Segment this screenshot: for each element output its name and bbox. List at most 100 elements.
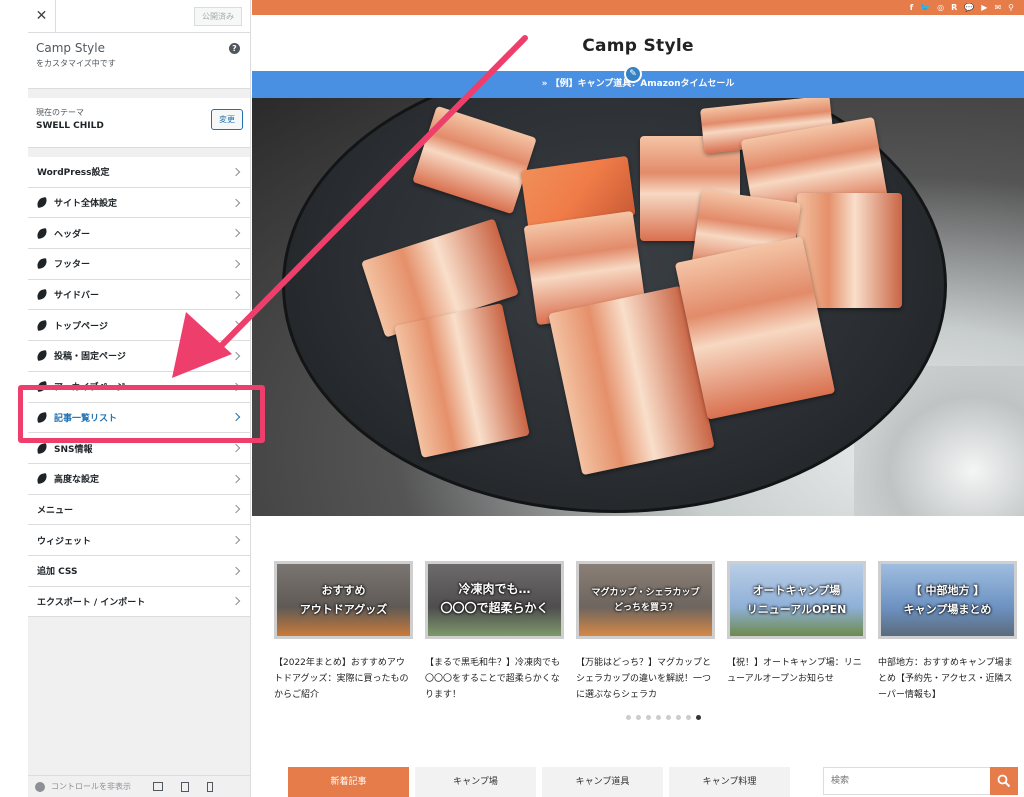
youtube-icon[interactable]: ✉ [994, 0, 1001, 15]
customizer-menu-item[interactable]: サイト全体設定 [28, 187, 250, 219]
chevron-right-icon [231, 259, 241, 269]
search-box [823, 767, 1018, 795]
customizer-menu-item[interactable]: ヘッダー [28, 218, 250, 250]
slider-dot[interactable] [666, 715, 671, 720]
hero-image [252, 98, 1024, 516]
theme-section: 現在のテーマ SWELL CHILD 変更 [28, 98, 250, 148]
chevron-right-icon [231, 167, 241, 177]
slider-dot[interactable] [676, 715, 681, 720]
customizer-menu-item[interactable]: エクスポート / インポート [28, 586, 250, 618]
search-icon [997, 774, 1011, 788]
swell-leaf-icon [36, 197, 48, 208]
customizer-menu-label: 追加 CSS [37, 567, 78, 578]
customizer-menu-label: エクスポート / インポート [37, 597, 146, 608]
post-card[interactable]: おすすめ アウトドアグッズ【2022年まとめ】おすすめアウトドアグッズ：実際に買… [274, 561, 413, 703]
search-button[interactable] [990, 767, 1018, 795]
site-info: Camp Style をカスタマイズ中です ? [28, 33, 250, 89]
customizer-menu-item[interactable]: 投稿・固定ページ [28, 341, 250, 372]
customizer-menu-item[interactable]: 追加 CSS [28, 555, 250, 587]
hide-controls-label[interactable]: コントロールを非表示 [51, 781, 131, 792]
customizer-menu-label: フッター [54, 260, 91, 271]
thumbnail-text: オートキャンプ場 リニューアルOPEN [746, 584, 847, 616]
customizer-menu-label: WordPress設定 [37, 168, 110, 179]
chevron-right-icon [231, 443, 241, 453]
social-bar: f 🐦 ◎ R 💬 ▶ ✉ ⚲ [252, 0, 1024, 15]
customizer-menu-label: 投稿・固定ページ [54, 352, 126, 363]
post-title[interactable]: 中部地方：おすすめキャンプ場まとめ【予約先・アクセス・近隣スーパー情報も】 [878, 655, 1017, 703]
post-title[interactable]: 【2022年まとめ】おすすめアウトドアグッズ：実際に買ったものからご紹介 [274, 655, 413, 703]
mobile-preview-icon[interactable] [207, 781, 213, 792]
post-card[interactable]: 冷凍肉でも… 〇〇〇で超柔らかく【まるで黒毛和牛？】冷凍肉でも〇〇〇をすることで… [425, 561, 564, 703]
post-thumbnail[interactable]: 冷凍肉でも… 〇〇〇で超柔らかく [425, 561, 564, 639]
swell-leaf-icon [36, 289, 48, 301]
customizer-menu-label: トップページ [54, 321, 108, 332]
post-tabs: 新着記事 キャンプ場 キャンプ道具 キャンプ料理 [288, 767, 790, 797]
tab-1[interactable]: 新着記事 [288, 767, 409, 797]
swell-leaf-icon [36, 319, 48, 331]
facebook-icon[interactable]: f [910, 0, 913, 15]
post-title[interactable]: 【祝！】オートキャンプ場：リニューアルオープンお知らせ [727, 655, 866, 703]
thumbnail-text: 【 中部地方 】 キャンプ場まとめ [903, 584, 992, 616]
search-input[interactable] [824, 768, 992, 794]
customizer-menu-item[interactable]: メニュー [28, 494, 250, 526]
chevron-right-icon [231, 351, 241, 361]
instagram-icon[interactable]: R [951, 0, 957, 15]
change-theme-button[interactable]: 変更 [211, 109, 243, 130]
customizer-menu-label: メニュー [37, 505, 74, 516]
mail-icon[interactable]: ⚲ [1008, 0, 1014, 15]
tablet-preview-icon[interactable] [181, 781, 189, 792]
site-header: Camp Style ✎ [252, 15, 1024, 83]
customizing-text: をカスタマイズ中です [36, 59, 116, 68]
slider-dot[interactable] [626, 715, 631, 720]
tab-4[interactable]: キャンプ料理 [669, 767, 790, 797]
slider-dot[interactable] [636, 715, 641, 720]
customizer-menu-label: ウィジェット [37, 536, 92, 547]
R[interactable]: 💬 [964, 0, 974, 15]
customizer-menu-item[interactable]: WordPress設定 [28, 157, 250, 188]
customizer-menu-label: SNS情報 [54, 444, 93, 455]
thumbnail-text: おすすめ アウトドアグッズ [299, 584, 388, 616]
post-thumbnail[interactable]: マグカップ・シェラカップ どっちを買う？ [576, 561, 715, 639]
slider-dot[interactable] [696, 715, 701, 720]
chevron-right-icon [231, 228, 241, 238]
customizer-menu-label: サイドバー [54, 291, 100, 302]
twitter-icon[interactable]: ◎ [937, 0, 944, 15]
post-card[interactable]: 【 中部地方 】 キャンプ場まとめ中部地方：おすすめキャンプ場まとめ【予約先・ア… [878, 561, 1017, 703]
customizer-footer: コントロールを非表示 [28, 775, 250, 797]
site-logo[interactable]: Camp Style [252, 36, 1024, 56]
post-title[interactable]: 【まるで黒毛和牛？】冷凍肉でも〇〇〇をすることで超柔らかくなります！ [425, 655, 564, 703]
facebook-icon[interactable]: 🐦 [920, 0, 930, 15]
post-card[interactable]: オートキャンプ場 リニューアルOPEN 【祝！】オートキャンプ場：リニューアルオー… [727, 561, 866, 703]
customizer-menu-label: サイト全体設定 [54, 199, 118, 210]
help-icon[interactable]: ? [229, 43, 240, 54]
chevron-right-icon [231, 535, 241, 545]
slider-dot[interactable] [686, 715, 691, 720]
customizer-menu-label: ヘッダー [54, 229, 91, 240]
tab-3[interactable]: キャンプ道具 [542, 767, 663, 797]
slider-dot[interactable] [656, 715, 661, 720]
chevron-right-icon [231, 290, 241, 299]
customizer-menu-item[interactable]: トップページ [28, 310, 250, 342]
hide-controls-icon[interactable] [35, 781, 45, 792]
close-icon[interactable]: ✕ [28, 0, 56, 33]
customizer-menu-item[interactable]: 高度な設定 [28, 463, 250, 495]
post-thumbnail[interactable]: 【 中部地方 】 キャンプ場まとめ [878, 561, 1017, 639]
post-thumbnail[interactable]: おすすめ アウトドアグッズ [274, 561, 413, 639]
publish-button[interactable]: 公開済み [194, 7, 242, 26]
line-icon[interactable]: ▶ [981, 0, 987, 15]
customizer-menu-item[interactable]: ウィジェット [28, 525, 250, 556]
chevron-right-icon [231, 474, 241, 483]
customizer-menu-item[interactable]: サイドバー [28, 279, 250, 311]
edit-pencil-icon[interactable]: ✎ [624, 65, 642, 83]
swell-leaf-icon [36, 442, 48, 454]
tab-2[interactable]: キャンプ場 [415, 767, 536, 797]
slider-dot[interactable] [646, 715, 651, 720]
chevron-right-icon [231, 321, 241, 330]
desktop-preview-icon[interactable] [153, 782, 163, 791]
swell-leaf-icon [36, 258, 48, 270]
post-card[interactable]: マグカップ・シェラカップ どっちを買う？ 【万能はどっち？】マグカップとシェラカッ… [576, 561, 715, 703]
post-title[interactable]: 【万能はどっち？】マグカップとシェラカップの違いを解説！一つに選ぶならシェラカ [576, 655, 715, 703]
post-thumbnail[interactable]: オートキャンプ場 リニューアルOPEN [727, 561, 866, 639]
site-preview: f 🐦 ◎ R 💬 ▶ ✉ ⚲ Camp Style ✎ » 【例】キャンプ道具：Amazon… [252, 0, 1024, 797]
customizer-menu-item[interactable]: フッター [28, 249, 250, 280]
